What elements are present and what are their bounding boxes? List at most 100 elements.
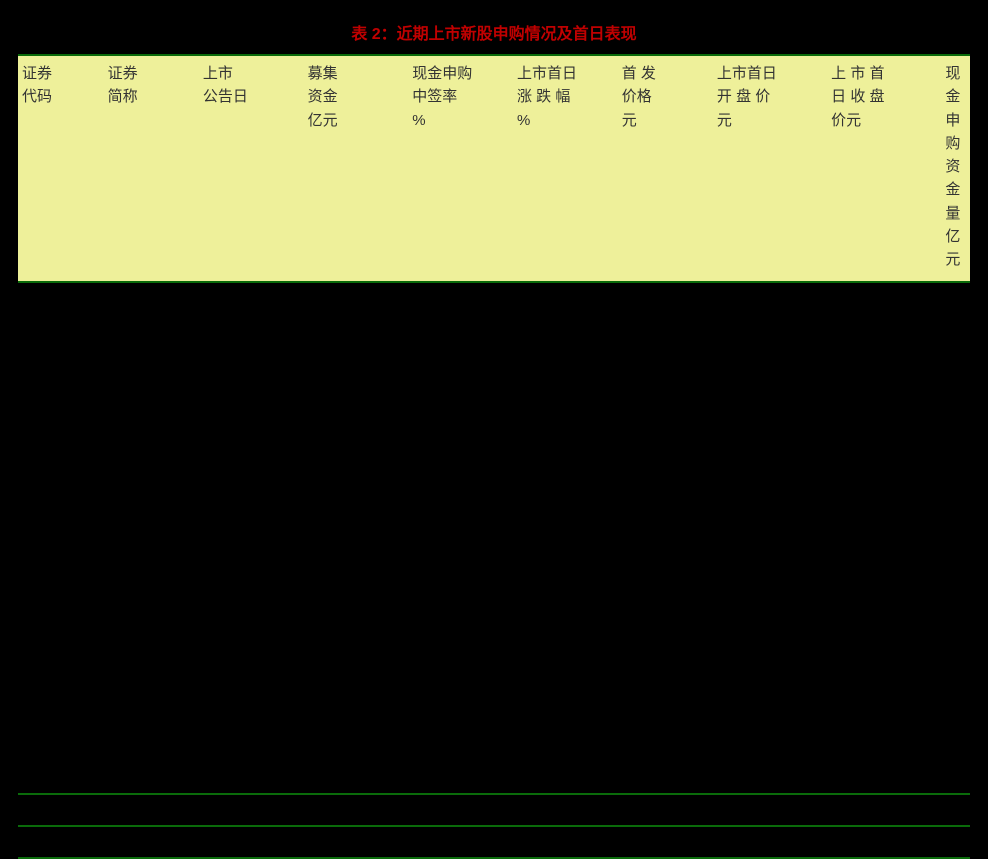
cell xyxy=(104,794,199,826)
cell xyxy=(713,794,827,826)
cell xyxy=(513,794,618,826)
cell xyxy=(827,538,941,570)
col-stock-name: 证券简称 xyxy=(104,55,199,282)
cell xyxy=(513,314,618,346)
cell xyxy=(618,506,713,538)
cell xyxy=(513,442,618,474)
cell xyxy=(104,634,199,666)
cell xyxy=(827,602,941,634)
cell xyxy=(827,378,941,410)
table-row xyxy=(18,602,970,634)
header-line: 上 市 首 xyxy=(831,62,937,85)
header-line: 公告日 xyxy=(203,85,300,108)
cell xyxy=(713,634,827,666)
cell xyxy=(941,602,970,634)
cell xyxy=(513,282,618,314)
cell xyxy=(104,410,199,442)
cell xyxy=(513,762,618,794)
cell xyxy=(408,826,513,858)
cell xyxy=(199,314,304,346)
header-line: 现金申购 xyxy=(945,62,966,155)
cell xyxy=(304,698,409,730)
cell xyxy=(18,346,104,378)
cell xyxy=(408,538,513,570)
cell xyxy=(513,538,618,570)
cell xyxy=(713,666,827,698)
header-line: 上市首日 xyxy=(717,62,823,85)
table-row xyxy=(18,698,970,730)
cell xyxy=(827,442,941,474)
cell xyxy=(618,346,713,378)
cell xyxy=(18,794,104,826)
cell xyxy=(18,698,104,730)
table-row xyxy=(18,794,970,826)
header-line: 元 xyxy=(717,109,823,132)
cell xyxy=(618,730,713,762)
cell xyxy=(199,666,304,698)
cell xyxy=(304,410,409,442)
cell xyxy=(713,378,827,410)
col-first-day-change: 上市首日涨 跌 幅% xyxy=(513,55,618,282)
cell xyxy=(18,378,104,410)
cell xyxy=(199,570,304,602)
cell xyxy=(199,410,304,442)
cell xyxy=(713,410,827,442)
cell xyxy=(827,474,941,506)
cell xyxy=(941,698,970,730)
col-lottery-rate: 现金申购中签率% xyxy=(408,55,513,282)
header-line: 亿元 xyxy=(308,109,405,132)
cell xyxy=(713,474,827,506)
cell xyxy=(408,378,513,410)
cell xyxy=(199,762,304,794)
cell xyxy=(408,730,513,762)
cell xyxy=(408,410,513,442)
cell xyxy=(827,762,941,794)
cell xyxy=(941,634,970,666)
cell xyxy=(104,762,199,794)
cell xyxy=(199,794,304,826)
cell xyxy=(713,506,827,538)
cell xyxy=(104,474,199,506)
col-ipo-price: 首 发价格元 xyxy=(618,55,713,282)
header-line: 价格 xyxy=(622,85,709,108)
cell xyxy=(941,282,970,314)
table-row xyxy=(18,570,970,602)
col-funds-raised: 募集资金亿元 xyxy=(304,55,409,282)
cell xyxy=(18,506,104,538)
table-row xyxy=(18,474,970,506)
cell xyxy=(713,602,827,634)
header-line: 上市首日 xyxy=(517,62,614,85)
cell xyxy=(941,314,970,346)
cell xyxy=(304,442,409,474)
col-open-price: 上市首日开 盘 价元 xyxy=(713,55,827,282)
cell xyxy=(18,282,104,314)
cell xyxy=(513,474,618,506)
cell xyxy=(408,506,513,538)
col-close-price: 上 市 首日 收 盘价元 xyxy=(827,55,941,282)
cell xyxy=(513,666,618,698)
cell xyxy=(104,666,199,698)
cell xyxy=(199,474,304,506)
cell xyxy=(827,794,941,826)
cell xyxy=(408,570,513,602)
cell xyxy=(941,570,970,602)
cell xyxy=(18,826,104,858)
table-row xyxy=(18,410,970,442)
cell xyxy=(304,570,409,602)
cell xyxy=(513,410,618,442)
cell xyxy=(104,314,199,346)
cell xyxy=(304,730,409,762)
cell xyxy=(408,346,513,378)
cell xyxy=(618,634,713,666)
cell xyxy=(408,666,513,698)
cell xyxy=(18,474,104,506)
cell xyxy=(513,346,618,378)
cell xyxy=(199,730,304,762)
cell xyxy=(618,314,713,346)
cell xyxy=(104,282,199,314)
header-line: 募集 xyxy=(308,62,405,85)
cell xyxy=(941,730,970,762)
cell xyxy=(618,282,713,314)
table-row xyxy=(18,378,970,410)
col-listing-date: 上市公告日 xyxy=(199,55,304,282)
